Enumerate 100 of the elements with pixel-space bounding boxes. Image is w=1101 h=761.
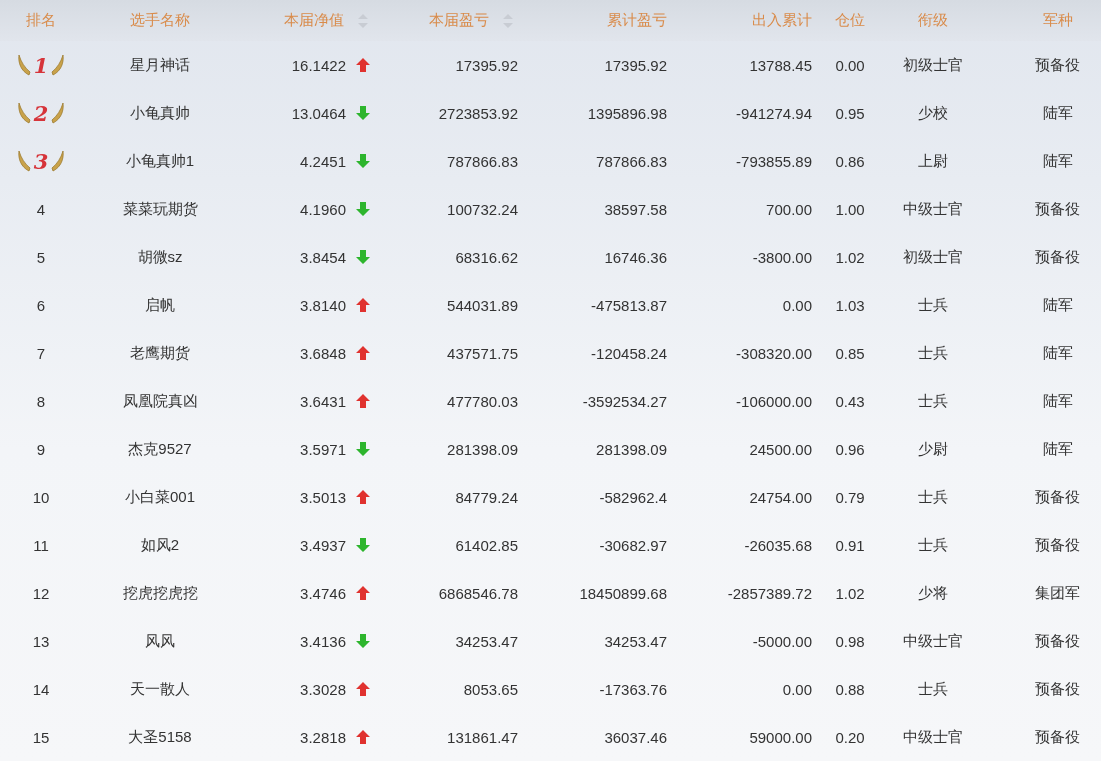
position-value: 0.91: [835, 536, 865, 554]
in-out-value: -793855.89: [736, 152, 812, 170]
laurel-wing-icon: [51, 53, 66, 77]
rank-title: 少校: [918, 103, 948, 123]
rank-title: 士兵: [918, 343, 948, 363]
rank-number: 14: [32, 680, 50, 698]
net-value: 3.8140: [300, 296, 346, 314]
position-value: 0.95: [835, 104, 865, 122]
column-header: 选手名称: [130, 11, 190, 30]
rank-number: 7: [36, 344, 46, 362]
player-name: 胡微sz: [137, 247, 183, 267]
player-name: 大圣5158: [128, 727, 192, 747]
column-header: 出入累计: [752, 11, 812, 30]
total-profit-value: 38597.58: [604, 200, 667, 218]
profit-value: 281398.09: [447, 440, 518, 458]
player-name: 天一散人: [130, 679, 190, 699]
position-value: 0.20: [835, 728, 865, 746]
net-value: 3.3028: [300, 680, 346, 698]
total-profit-value: -475813.87: [591, 296, 667, 314]
rank-title: 中级士官: [903, 199, 963, 219]
in-out-value: 0.00: [782, 680, 812, 698]
profit-value: 6868546.78: [438, 584, 518, 602]
service-branch: 预备役: [1035, 679, 1080, 699]
rank-title: 初级士官: [903, 247, 963, 267]
in-out-value: -308320.00: [736, 344, 812, 362]
column-header[interactable]: 本届净值: [284, 11, 344, 30]
position-value: 1.03: [835, 296, 865, 314]
in-out-value: -2857389.72: [727, 584, 812, 602]
total-profit-value: 36037.46: [604, 728, 667, 746]
rank-title: 少将: [918, 583, 948, 603]
player-name: 挖虎挖虎挖: [122, 583, 198, 603]
player-name: 老鹰期货: [130, 343, 190, 363]
rank-title: 士兵: [918, 487, 948, 507]
position-value: 0.43: [835, 392, 865, 410]
column-header: 累计盈亏: [607, 11, 667, 30]
rank-title: 少尉: [918, 439, 948, 459]
profit-value: 100732.24: [447, 200, 518, 218]
rank-title: 初级士官: [903, 55, 963, 75]
net-value: 3.6431: [300, 392, 346, 410]
rank-title: 士兵: [918, 391, 948, 411]
in-out-value: -5000.00: [752, 632, 812, 650]
in-out-value: -941274.94: [736, 104, 812, 122]
total-profit-value: -3592534.27: [582, 392, 667, 410]
column-header: 衔级: [918, 11, 948, 30]
net-value: 4.2451: [300, 152, 346, 170]
total-profit-value: 18450899.68: [579, 584, 667, 602]
profit-value: 8053.65: [463, 680, 518, 698]
column-header[interactable]: 本届盈亏: [429, 11, 489, 30]
total-profit-value: -120458.24: [591, 344, 667, 362]
rank-title: 士兵: [918, 295, 948, 315]
total-profit-value: 16746.36: [604, 248, 667, 266]
net-value: 4.1960: [300, 200, 346, 218]
player-name: 小白菜001: [125, 487, 195, 507]
service-branch: 陆军: [1042, 391, 1073, 411]
total-profit-value: 281398.09: [596, 440, 667, 458]
player-name: 星月神话: [130, 55, 190, 75]
in-out-value: 0.00: [782, 296, 812, 314]
service-branch: 陆军: [1042, 295, 1073, 315]
rank-number: 9: [36, 440, 46, 458]
column-header: 排名: [26, 11, 56, 30]
in-out-value: -106000.00: [736, 392, 812, 410]
total-profit-value: 34253.47: [604, 632, 667, 650]
in-out-value: 59000.00: [749, 728, 812, 746]
in-out-value: -26035.68: [744, 536, 812, 554]
player-name: 如风2: [140, 535, 180, 555]
laurel-wing-icon: [16, 53, 31, 77]
position-value: 0.00: [835, 56, 865, 74]
service-branch: 陆军: [1042, 103, 1073, 123]
service-branch: 预备役: [1035, 247, 1080, 267]
rank-number: 15: [32, 728, 50, 746]
in-out-value: 13788.45: [749, 56, 812, 74]
rank-number: 1: [33, 52, 49, 78]
position-value: 1.02: [835, 584, 865, 602]
profit-value: 34253.47: [455, 632, 518, 650]
rank-number: 12: [32, 584, 50, 602]
rank-title: 士兵: [918, 679, 948, 699]
position-value: 0.88: [835, 680, 865, 698]
profit-value: 437571.75: [447, 344, 518, 362]
service-branch: 预备役: [1035, 631, 1080, 651]
position-value: 1.02: [835, 248, 865, 266]
service-branch: 预备役: [1035, 727, 1080, 747]
rank-number: 3: [33, 148, 49, 174]
net-value: 3.6848: [300, 344, 346, 362]
rank-title: 中级士官: [903, 727, 963, 747]
column-header: 仓位: [835, 11, 865, 30]
in-out-value: 24500.00: [749, 440, 812, 458]
service-branch: 陆军: [1042, 439, 1073, 459]
service-branch: 集团军: [1035, 583, 1080, 603]
rank-number: 11: [33, 536, 49, 554]
player-name: 启帆: [145, 295, 175, 315]
rank-title: 上尉: [918, 151, 948, 171]
profit-value: 17395.92: [455, 56, 518, 74]
rank-number: 4: [36, 200, 46, 218]
profit-value: 2723853.92: [438, 104, 518, 122]
total-profit-value: 17395.92: [604, 56, 667, 74]
rank-number: 2: [33, 100, 49, 126]
rank-title: 中级士官: [903, 631, 963, 651]
rank-number: 8: [36, 392, 46, 410]
player-name: 凤凰院真凶: [122, 391, 198, 411]
profit-value: 477780.03: [447, 392, 518, 410]
